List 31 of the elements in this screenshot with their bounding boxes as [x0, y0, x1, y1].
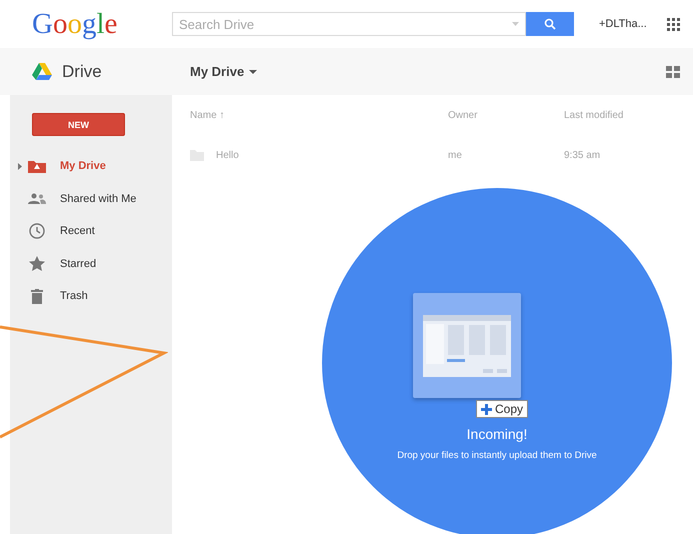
star-icon — [29, 256, 45, 272]
table-cell-text: Hello — [216, 150, 240, 160]
sidebar-item[interactable]: Starred — [10, 248, 172, 280]
table-cell: 9:35 am — [564, 150, 600, 160]
sidebar-item[interactable]: My Drive — [10, 150, 172, 182]
account-link[interactable]: +DLTha... — [599, 18, 647, 30]
expand-arrow-icon — [18, 162, 22, 170]
caret-icon — [249, 70, 258, 74]
trash-icon — [31, 288, 43, 304]
search-icon — [544, 18, 556, 30]
app-title: Drive — [62, 62, 102, 82]
people-icon — [28, 193, 46, 204]
table-cell-text: me — [448, 150, 463, 160]
sidebar-item[interactable]: Recent — [10, 215, 172, 248]
location-dropdown[interactable]: My Drive — [190, 64, 258, 79]
search-field[interactable]: Search Drive — [172, 12, 526, 36]
google-logo[interactable]: Google — [32, 8, 172, 40]
drop-title: Incoming! — [466, 426, 528, 442]
grid-view-icon[interactable] — [666, 66, 680, 78]
sidebar-item[interactable]: Trash — [10, 280, 172, 312]
drop-message: Drop your files to instantly upload them to Drive — [397, 450, 597, 461]
new-button[interactable]: NEW — [32, 113, 125, 136]
search-button[interactable] — [526, 12, 574, 36]
drive-logo-icon — [32, 63, 52, 80]
apps-grid-icon[interactable] — [666, 18, 680, 30]
sidebar-item[interactable]: Shared with Me — [10, 182, 172, 215]
plus-icon — [480, 404, 492, 414]
clock-icon — [29, 223, 45, 240]
caret-icon — [512, 22, 519, 26]
folder-icon — [28, 160, 46, 173]
copy-badge: Copy — [476, 400, 528, 418]
